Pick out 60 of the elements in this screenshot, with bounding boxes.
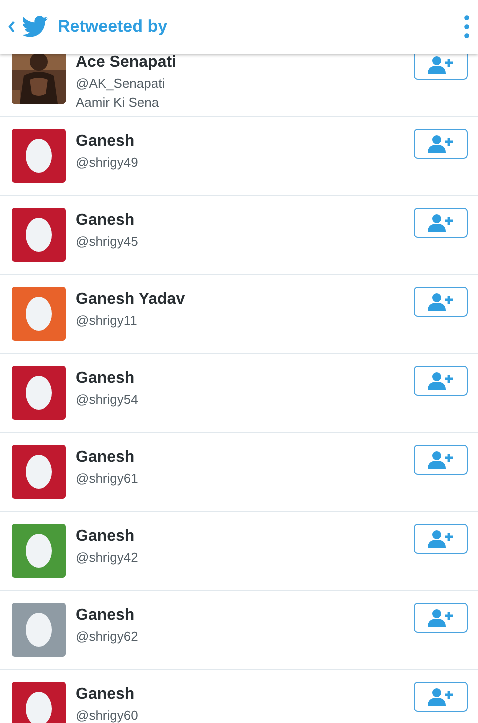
user-handle: @shrigy62 — [76, 628, 140, 646]
egg-icon — [25, 296, 53, 332]
add-user-icon — [428, 451, 454, 469]
user-name: Ganesh — [76, 685, 136, 705]
user-name: Ganesh — [76, 211, 136, 231]
user-row[interactable]: Ganesh @shrigy45 — [0, 196, 478, 275]
user-row[interactable]: Ganesh Yadav @shrigy11 — [0, 275, 478, 354]
add-user-icon — [428, 56, 454, 74]
add-user-icon — [428, 293, 454, 311]
follow-button[interactable] — [414, 129, 468, 159]
user-handle: @shrigy42 — [76, 549, 140, 567]
follow-button[interactable] — [414, 366, 468, 396]
add-user-icon — [428, 609, 454, 627]
user-name: Ganesh — [76, 606, 136, 626]
user-bio: Aamir Ki Sena — [76, 94, 160, 112]
add-user-icon — [428, 530, 454, 548]
user-handle: @AK_Senapati — [76, 75, 166, 93]
user-handle: @shrigy61 — [76, 470, 140, 488]
egg-icon — [25, 375, 53, 411]
follow-button[interactable] — [414, 208, 468, 238]
more-options-icon — [464, 15, 470, 39]
user-name: Ganesh — [76, 369, 136, 389]
add-user-icon — [428, 214, 454, 232]
user-handle: @shrigy49 — [76, 154, 140, 172]
user-name: Ganesh — [76, 448, 136, 468]
follow-button[interactable] — [414, 287, 468, 317]
follow-button[interactable] — [414, 54, 468, 80]
more-options-button[interactable] — [464, 15, 470, 39]
follow-button[interactable] — [414, 445, 468, 475]
screen-title: Retweeted by — [58, 17, 169, 37]
user-name: Ganesh Yadav — [76, 290, 186, 310]
follow-button[interactable] — [414, 524, 468, 554]
user-name: Ace Senapati — [76, 54, 178, 73]
user-handle: @shrigy11 — [76, 312, 138, 330]
user-name: Ganesh — [76, 527, 136, 547]
follow-button[interactable] — [414, 603, 468, 633]
egg-icon — [25, 138, 53, 174]
egg-icon — [25, 533, 53, 569]
user-handle: @shrigy45 — [76, 233, 140, 251]
user-row[interactable]: Ganesh @shrigy42 — [0, 512, 478, 591]
user-row[interactable]: Ganesh @shrigy62 — [0, 591, 478, 670]
user-row[interactable]: Ganesh @shrigy54 — [0, 354, 478, 433]
user-row[interactable]: Ganesh @shrigy60 — [0, 670, 478, 723]
add-user-icon — [428, 688, 454, 706]
user-handle: @shrigy60 — [76, 707, 140, 723]
back-button[interactable] — [8, 21, 16, 33]
egg-icon — [25, 217, 53, 253]
user-row[interactable]: Ace Senapati @AK_Senapati Aamir Ki Sena — [0, 54, 478, 117]
user-row[interactable]: Ganesh @shrigy61 — [0, 433, 478, 512]
egg-icon — [25, 691, 53, 723]
back-icon — [8, 21, 16, 33]
egg-icon — [25, 612, 53, 648]
add-user-icon — [428, 135, 454, 153]
user-name: Ganesh — [76, 132, 136, 152]
user-handle: @shrigy54 — [76, 391, 140, 409]
bird-icon — [22, 16, 48, 38]
user-row[interactable]: Ganesh @shrigy49 — [0, 117, 478, 196]
follow-button[interactable] — [414, 682, 468, 712]
egg-icon — [25, 454, 53, 490]
add-user-icon — [428, 372, 454, 390]
